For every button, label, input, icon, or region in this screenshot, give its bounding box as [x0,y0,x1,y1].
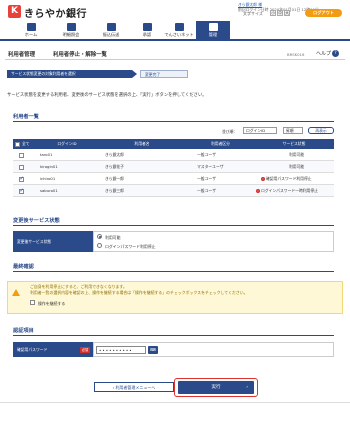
cell-status: 利用可能 [289,152,305,157]
tab-label: 明細照会 [62,32,80,37]
row-checkbox[interactable] [19,152,24,158]
cell-status: 利用可能 [289,164,305,169]
cell-login-id: saburo01 [40,188,58,193]
tab-label: ホーム [24,32,38,37]
tab-home[interactable]: ホーム [14,21,48,39]
tab-settings[interactable]: 管理 [196,21,230,39]
section-divider [13,225,334,226]
confirm-password-input[interactable]: •••••••••• [96,346,146,354]
bank-logo-icon: K [8,5,21,18]
logout-button[interactable]: ログアウト [305,9,342,17]
column-header-status: サービス状態 [282,141,306,146]
cell-login-id: taro01 [40,152,53,157]
section-divider [13,121,334,122]
help-icon[interactable]: ? [332,50,339,57]
statement-icon [66,23,76,31]
execute-button-label: 実行 [211,385,221,390]
back-to-menu-button[interactable]: ‹ 利用者管理メニューへ [94,382,174,392]
section-heading-auth: 認証項目 [13,328,34,334]
sort-order-select[interactable]: 昇順 [283,127,303,134]
radio-available[interactable] [97,234,102,239]
home-icon [26,23,36,31]
reshow-button[interactable]: 再表示 [308,127,334,134]
table-row: saburo01 きら銀三郎 一般ユーザ !ログインパスワード一時利用停止 [13,185,334,197]
status-text: 確認用パスワード利用停止 [266,176,312,181]
execute-button[interactable]: 実行 › [178,381,254,394]
cell-name: きら銀一郎 [105,176,124,181]
settings-icon [208,23,218,31]
select-all-label: 全て [22,141,30,146]
page-title: 利用者停止・解除一覧 [53,52,107,58]
table-row: kirogin01 きら銀花子 マスターユーザ 利用可能 [13,161,334,173]
select-all-checkbox[interactable] [15,141,20,147]
tab-statement[interactable]: 明細照会 [54,21,88,39]
software-keyboard-icon[interactable]: ⌨ [148,346,158,354]
tab-label: 管理 [208,32,218,37]
font-size-label: 文字サイズ [243,11,263,16]
select-all-header[interactable]: 全て [13,139,37,149]
required-badge: 必須 [80,347,90,353]
continue-checkbox[interactable] [30,300,35,305]
cell-name: きら銀花子 [105,164,124,169]
sort-key-select[interactable]: ログインID [243,127,277,134]
cell-status: ! ログインパスワード一時利用停止 [256,185,318,197]
cell-name: きら銀太郎 [105,152,124,157]
chevron-right-icon: › [246,385,248,390]
footer-divider [0,402,350,403]
help-link[interactable]: ヘルプ [316,50,331,57]
step-current: サービス状態変更の対象利用者を選択 [7,70,132,78]
column-header-login-id: ログインID [57,141,77,146]
section-divider [13,271,334,272]
approval-icon [142,23,152,31]
cell-login-id: ichiro01 [40,176,56,181]
back-button-label: 利用者管理メニューへ [115,385,156,390]
step-arrow-icon [132,70,137,78]
after-status-label: 変更後サービス状態 [13,231,93,252]
transfer-icon [106,23,116,31]
densai-icon [174,23,184,31]
row-checkbox[interactable] [19,188,24,194]
cell-type: 一般ユーザ [197,152,216,157]
step-next: 変更完了 [140,70,188,78]
table-row: taro01 きら銀太郎 一般ユーザ 利用可能 [13,149,334,161]
radio-available-label: 利用可能 [105,234,121,240]
warning-message-2: 利用者一覧の選択内容を確認の上、操作を継続する場合は「操作を継続する」のチェック… [30,290,248,295]
row-checkbox[interactable] [19,164,24,170]
warning-icon: ! [256,189,260,193]
tab-transfer[interactable]: 振込伝送 [94,21,128,39]
cell-type: 一般ユーザ [197,176,216,181]
section-divider [13,335,334,336]
cell-login-id: kirogin01 [40,164,58,169]
instruction-text: サービス状態を変更する利用者、変更後のサービス状態を選択の上、「実行」ボタンを押… [7,93,207,98]
table-header: 全て ログインID 利用者名 利用者区分 サービス状態 [13,139,334,149]
column-header-name: 利用者名 [134,141,150,146]
row-checkbox[interactable] [19,176,24,182]
radio-login-stop[interactable] [97,243,102,248]
radio-login-stop-label: ログインパスワード利用停止 [105,243,156,249]
screen-id: BRSK016 [287,52,305,57]
continue-checkbox-label: 操作を継続する [38,300,66,306]
global-nav: ホーム 明細照会 振込伝送 承認 でんさいネット 管理 [0,21,350,41]
bank-name: きらやか銀行 [24,9,87,20]
warning-icon: ! [261,177,265,181]
cell-name: きら銀三郎 [105,188,124,193]
font-size-large-button[interactable]: 大 [284,10,290,16]
sort-label: 並び順： [222,129,238,134]
column-header-type: 利用者区分 [211,141,230,146]
font-size-small-button[interactable]: 小 [270,10,276,16]
font-size-medium-button[interactable]: 中 [277,10,283,16]
section-heading-confirm: 最終確認 [13,264,34,270]
cell-type: 一般ユーザ [197,188,216,193]
cell-type: マスターユーザ [197,164,224,169]
status-text: ログインパスワード一時利用停止 [261,188,318,193]
section-heading-user-list: 利用者一覧 [13,114,39,120]
page-title-category: 利用者管理 [8,52,35,58]
table-row: ichiro01 きら銀一郎 一般ユーザ !確認用パスワード利用停止 [13,173,334,185]
tab-label: 振込伝送 [102,32,120,37]
cell-status: ! 確認用パスワード利用停止 [261,173,312,185]
tab-label: 承認 [142,32,152,37]
warning-triangle-icon [12,289,20,296]
section-heading-after-status: 変更後サービス状態 [13,218,60,224]
tab-label: でんさいネット [164,32,194,37]
